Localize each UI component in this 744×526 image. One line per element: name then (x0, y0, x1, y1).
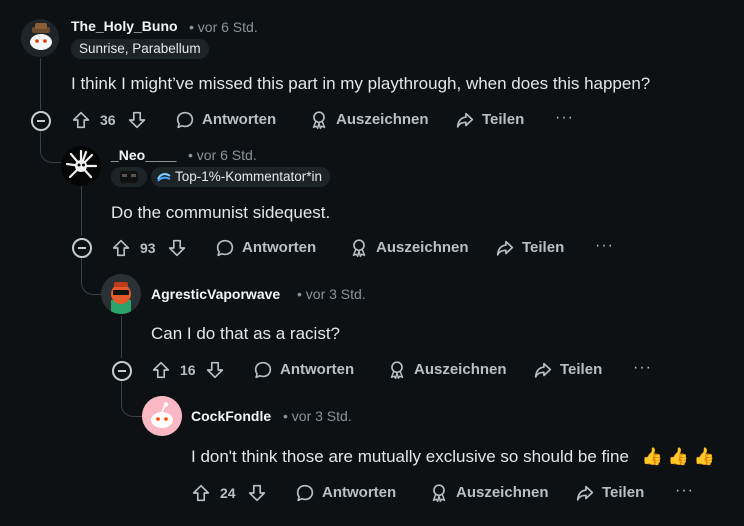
thread-line-2 (81, 186, 82, 236)
thread-line-1 (40, 58, 41, 110)
vote-count: 93 (140, 240, 156, 256)
more-options-button[interactable]: ··· (633, 359, 652, 377)
upvote-icon[interactable] (190, 482, 212, 504)
comment-actions: 16 Antworten Auszeichnen Teilen ··· (150, 359, 670, 385)
reply-icon[interactable] (214, 237, 236, 259)
downvote-icon[interactable] (166, 237, 188, 259)
avatar[interactable] (61, 146, 101, 186)
award-button[interactable]: Auszeichnen (456, 482, 549, 504)
thumbs-up-emojis: 👍 👍 👍 (641, 447, 715, 466)
share-icon[interactable] (574, 482, 596, 504)
username[interactable]: AgresticVaporwave (151, 286, 280, 302)
upvote-icon[interactable] (150, 359, 172, 381)
vote-count: 24 (220, 485, 236, 501)
collapse-button[interactable] (31, 111, 51, 131)
share-button[interactable]: Teilen (560, 359, 602, 381)
user-flair: Top-1%-Kommentator*in (151, 167, 331, 187)
share-button[interactable]: Teilen (522, 237, 564, 259)
avatar[interactable] (101, 274, 141, 314)
reply-button[interactable]: Antworten (242, 237, 316, 259)
collapse-button[interactable] (72, 238, 92, 258)
comment-text: Can I do that as a racist? (151, 324, 340, 343)
top-commenter-icon (157, 168, 171, 182)
avatar[interactable] (21, 19, 59, 57)
downvote-icon[interactable] (246, 482, 268, 504)
award-icon[interactable] (308, 109, 330, 131)
downvote-icon[interactable] (126, 109, 148, 131)
share-icon[interactable] (454, 109, 476, 131)
username[interactable]: _Neo____ (111, 147, 176, 163)
collapse-button[interactable] (112, 361, 132, 381)
timestamp: • vor 3 Std. (297, 286, 366, 302)
vote-count: 36 (100, 112, 116, 128)
more-options-button[interactable]: ··· (555, 109, 574, 127)
comment-actions: 24 Antworten Auszeichnen Teilen ··· (190, 482, 710, 508)
reply-icon[interactable] (294, 482, 316, 504)
share-icon[interactable] (494, 237, 516, 259)
share-button[interactable]: Teilen (482, 109, 524, 131)
vote-count: 16 (180, 362, 196, 378)
user-flair-label: Top-1%-Kommentator*in (175, 169, 323, 184)
reply-icon[interactable] (252, 359, 274, 381)
username[interactable]: CockFondle (191, 408, 271, 424)
share-icon[interactable] (532, 359, 554, 381)
award-icon[interactable] (428, 482, 450, 504)
comment-actions: 93 Antworten Auszeichnen Teilen ··· (110, 237, 630, 263)
comment-actions: 36 Antworten Auszeichnen Teilen ··· (70, 109, 590, 135)
reply-icon[interactable] (174, 109, 196, 131)
comment-text: Do the communist sidequest. (111, 203, 331, 222)
upvote-icon[interactable] (110, 237, 132, 259)
award-icon[interactable] (348, 237, 370, 259)
comment-text-content: I don't think those are mutually exclusi… (191, 447, 629, 466)
thread-elbow-1 (40, 128, 65, 163)
comment-text: I think I might’ve missed this part in m… (71, 74, 651, 93)
reply-button[interactable]: Antworten (202, 109, 276, 131)
upvote-icon[interactable] (70, 109, 92, 131)
share-button[interactable]: Teilen (602, 482, 644, 504)
thread-line-3 (121, 316, 122, 358)
user-flair: Sunrise, Parabellum (71, 39, 209, 59)
more-options-button[interactable]: ··· (675, 482, 694, 500)
timestamp: • vor 6 Std. (188, 147, 257, 163)
timestamp: • vor 3 Std. (283, 408, 352, 424)
award-button[interactable]: Auszeichnen (336, 109, 429, 131)
username[interactable]: The_Holy_Buno (71, 18, 178, 34)
timestamp: • vor 6 Std. (189, 19, 258, 35)
award-button[interactable]: Auszeichnen (414, 359, 507, 381)
comment-text: I don't think those are mutually exclusi… (191, 447, 715, 467)
award-icon[interactable] (386, 359, 408, 381)
reply-button[interactable]: Antworten (322, 482, 396, 504)
thread-elbow-3 (121, 378, 144, 417)
avatar[interactable] (142, 396, 182, 436)
award-button[interactable]: Auszeichnen (376, 237, 469, 259)
downvote-icon[interactable] (204, 359, 226, 381)
reply-button[interactable]: Antworten (280, 359, 354, 381)
flair-image (111, 167, 147, 187)
more-options-button[interactable]: ··· (595, 237, 614, 255)
